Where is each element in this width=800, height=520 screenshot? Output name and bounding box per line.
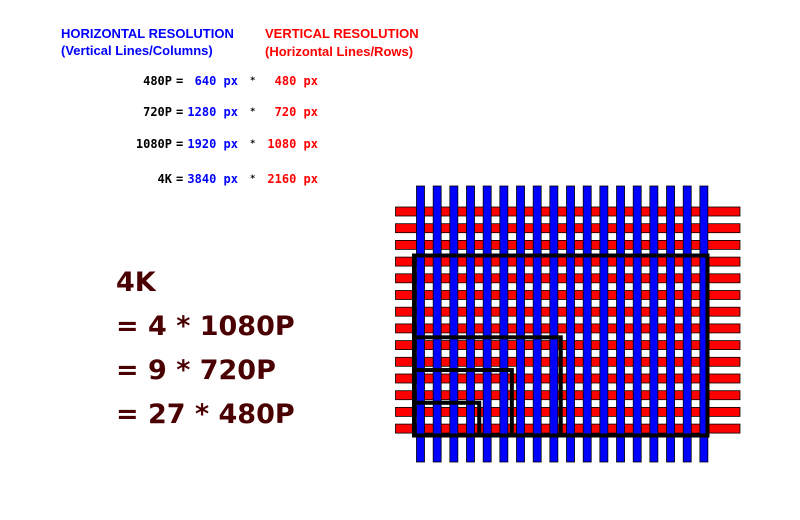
vertical-line-column: [482, 185, 492, 463]
vertical-line-column: [599, 185, 609, 463]
vertical-line-column: [632, 185, 642, 463]
vertical-line-column: [616, 185, 625, 463]
vertical-line-column: [432, 185, 442, 463]
vertical-line-column: [466, 185, 475, 463]
vertical-line-column: [532, 185, 542, 463]
vertical-line-column: [549, 185, 559, 463]
vertical-line-column: [516, 185, 525, 463]
vertical-line-column: [499, 185, 509, 463]
vertical-line-column: [666, 185, 675, 463]
vertical-line-column: [682, 185, 692, 463]
vertical-line-column: [566, 185, 575, 463]
vertical-line-column: [582, 185, 592, 463]
vertical-line-column: [449, 185, 459, 463]
vertical-line-column: [649, 185, 659, 463]
vertical-line-column: [416, 185, 425, 463]
resolution-grid-diagram: [395, 185, 741, 463]
